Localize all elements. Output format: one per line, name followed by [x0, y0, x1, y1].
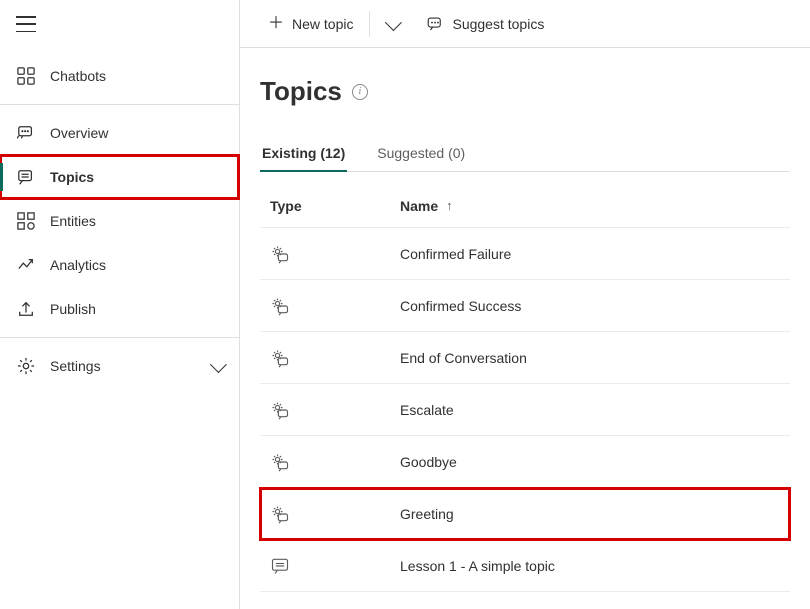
tab-existing[interactable]: Existing (12) [260, 135, 347, 171]
sort-ascending-icon: ↑ [446, 198, 453, 213]
suggest-icon [426, 15, 444, 33]
new-topic-button[interactable]: ＋ New topic [260, 10, 361, 38]
system-topic-icon [270, 348, 290, 368]
cell-name: Greeting [400, 506, 790, 522]
sidebar: Chatbots Overview Topics Entities Analytics P… [0, 0, 240, 609]
topics-icon [16, 167, 36, 187]
sidebar-item-label: Overview [50, 125, 223, 141]
info-icon[interactable]: i [352, 84, 368, 100]
cell-type [260, 348, 400, 368]
sidebar-item-entities[interactable]: Entities [0, 199, 239, 243]
sidebar-item-label: Settings [50, 358, 211, 374]
cell-name: End of Conversation [400, 350, 790, 366]
settings-icon [16, 356, 36, 376]
sidebar-item-label: Chatbots [50, 68, 223, 84]
sidebar-item-label: Topics [50, 169, 223, 185]
system-topic-icon [270, 244, 290, 264]
sidebar-item-overview[interactable]: Overview [0, 111, 239, 155]
command-bar: ＋ New topic Suggest topics [240, 0, 810, 48]
sidebar-item-analytics[interactable]: Analytics [0, 243, 239, 287]
main-content: ＋ New topic Suggest topics [240, 0, 810, 609]
sidebar-item-label: Entities [50, 213, 223, 229]
tab-suggested[interactable]: Suggested (0) [375, 135, 467, 171]
plus-icon: ＋ [268, 16, 284, 32]
command-separator [369, 11, 370, 37]
chevron-down-icon [210, 356, 227, 373]
table-row[interactable]: Escalate [260, 384, 790, 436]
sidebar-item-topics[interactable]: Topics [0, 155, 239, 199]
cell-type [260, 504, 400, 524]
entities-icon [16, 211, 36, 231]
suggest-topics-label: Suggest topics [452, 16, 544, 32]
suggest-topics-button[interactable]: Suggest topics [418, 9, 552, 39]
column-header-type[interactable]: Type [260, 198, 400, 214]
table-row[interactable]: Confirmed Failure [260, 228, 790, 280]
cell-type [260, 452, 400, 472]
analytics-icon [16, 255, 36, 275]
overview-icon [16, 123, 36, 143]
publish-icon [16, 299, 36, 319]
system-topic-icon [270, 452, 290, 472]
chatbots-icon [16, 66, 36, 86]
table-header: Type Name ↑ [260, 184, 790, 228]
tabs: Existing (12) Suggested (0) [260, 135, 790, 172]
sidebar-item-chatbots[interactable]: Chatbots [0, 54, 239, 98]
system-topic-icon [270, 504, 290, 524]
table-row[interactable]: Goodbye [260, 436, 790, 488]
new-topic-dropdown-button[interactable] [378, 12, 406, 36]
system-topic-icon [270, 296, 290, 316]
column-header-name[interactable]: Name ↑ [400, 198, 790, 214]
sidebar-item-label: Publish [50, 301, 223, 317]
cell-name: Escalate [400, 402, 790, 418]
menu-toggle-button[interactable] [16, 16, 36, 32]
system-topic-icon [270, 400, 290, 420]
sidebar-item-label: Analytics [50, 257, 223, 273]
chevron-down-icon [385, 14, 402, 31]
cell-name: Confirmed Failure [400, 246, 790, 262]
table-row[interactable]: Confirmed Success [260, 280, 790, 332]
cell-name: Goodbye [400, 454, 790, 470]
table-row[interactable]: Greeting [260, 488, 790, 540]
cell-type [260, 400, 400, 420]
user-topic-icon [270, 556, 290, 576]
table-row[interactable]: Lesson 1 - A simple topic [260, 540, 790, 592]
table-row[interactable]: End of Conversation [260, 332, 790, 384]
cell-type [260, 296, 400, 316]
sidebar-item-settings[interactable]: Settings [0, 344, 239, 388]
page-title: Topics [260, 76, 342, 107]
new-topic-label: New topic [292, 16, 353, 32]
sidebar-item-publish[interactable]: Publish [0, 287, 239, 331]
cell-name: Confirmed Success [400, 298, 790, 314]
cell-name: Lesson 1 - A simple topic [400, 558, 790, 574]
cell-type [260, 556, 400, 576]
cell-type [260, 244, 400, 264]
topics-table: Type Name ↑ Confirmed Failure Confirmed S… [260, 184, 790, 592]
